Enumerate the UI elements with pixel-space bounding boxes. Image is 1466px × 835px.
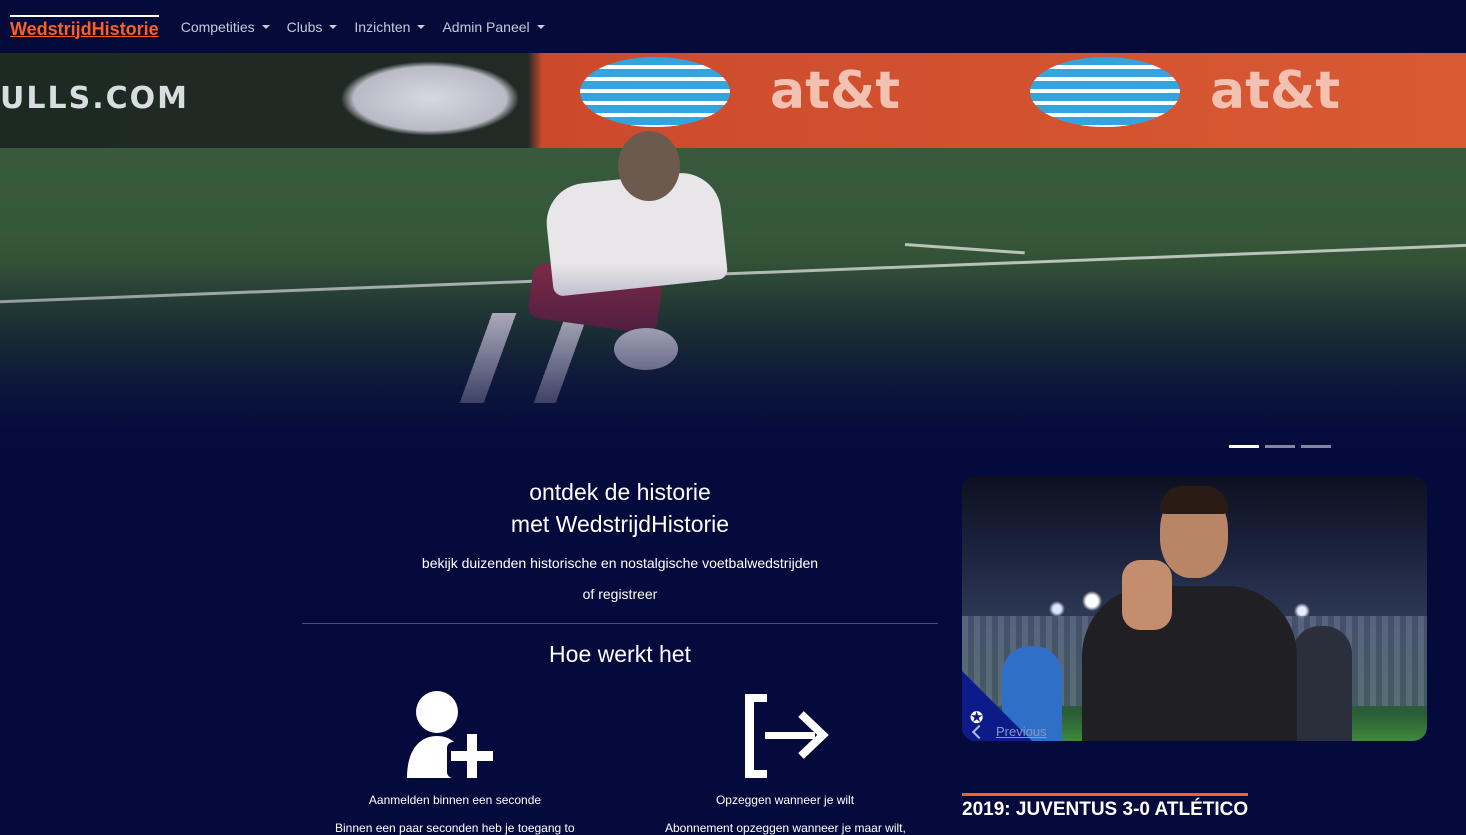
caret-down-icon	[417, 24, 426, 29]
step-signup-caption: Aanmelden binnen een seconde	[368, 793, 542, 807]
sign-out-icon	[745, 694, 829, 778]
nav-admin-dropdown[interactable]: Admin Paneel	[442, 18, 545, 35]
hero-carousel[interactable]: ULLS.COM at&t at&t	[0, 53, 1466, 460]
news-headline[interactable]: 2019: JUVENTUS 3-0 ATLÉTICO	[962, 793, 1248, 821]
hero-gradient-overlay	[0, 263, 1466, 460]
chevron-left-icon	[971, 724, 987, 739]
player-celebration-image	[1082, 486, 1332, 741]
player-hair	[1160, 486, 1228, 514]
nav-clubs-dropdown[interactable]: Clubs	[287, 19, 338, 35]
sponsor-globe-logo	[1030, 57, 1180, 127]
nav-inzichten-dropdown[interactable]: Inzichten	[354, 18, 426, 35]
step-cancel: Opzeggen wanneer je wilt Abonnement opze…	[665, 690, 905, 835]
carousel-previous-button[interactable]: Previous	[971, 724, 1047, 739]
step-signup-desc: Binnen een paar seconden heb je toegang …	[335, 821, 575, 835]
intro-title-line1: ontdek de historie	[529, 479, 711, 505]
previous-label: Previous	[996, 724, 1047, 739]
step-cancel-desc: Abonnement opzeggen wanneer je maar wilt…	[665, 821, 905, 835]
pitch-line	[904, 243, 1025, 255]
top-navbar: WedstrijdHistorie Competities Clubs Inzi…	[0, 0, 1466, 53]
carousel-indicator-2[interactable]	[1265, 445, 1295, 448]
brand-logo-link[interactable]: WedstrijdHistorie	[10, 14, 159, 39]
sponsor-text: at&t	[770, 61, 901, 121]
nav-competities-label: Competities	[180, 18, 255, 35]
step-signup: Aanmelden binnen een seconde Binnen een …	[335, 690, 575, 835]
how-it-works-title: Hoe werkt het	[549, 641, 691, 667]
caret-down-icon	[329, 24, 338, 29]
register-link[interactable]: of registreer	[583, 586, 658, 602]
nav-admin-label: Admin Paneel	[442, 18, 530, 35]
carousel-indicator-1[interactable]	[1229, 445, 1259, 448]
step-cancel-caption: Opzeggen wanneer je wilt	[715, 793, 855, 807]
carousel-indicator-3[interactable]	[1301, 445, 1331, 448]
ad-board-text: ULLS.COM	[0, 81, 189, 116]
intro-title-line2: met WedstrijdHistorie	[510, 511, 730, 537]
sponsor-text: at&t	[1210, 61, 1341, 121]
sponsor-globe-logo	[580, 57, 730, 127]
user-plus-icon	[407, 691, 497, 778]
player-jacket	[1082, 586, 1297, 741]
intro-section: ontdek de historie met WedstrijdHistorie…	[302, 476, 938, 604]
nav-inzichten-label: Inzichten	[354, 18, 411, 35]
caret-down-icon	[536, 24, 545, 29]
carousel-indicators	[1229, 445, 1331, 448]
nav-clubs-label: Clubs	[286, 18, 323, 35]
intro-subtitle: bekijk duizenden historische en nostalgi…	[421, 555, 819, 571]
player-image	[618, 131, 680, 201]
player-hand	[1122, 560, 1172, 630]
nav-competities-dropdown[interactable]: Competities	[181, 19, 270, 35]
news-image-carousel[interactable]: ✪ Previous	[962, 476, 1427, 741]
club-crest-image	[340, 61, 520, 136]
section-divider	[302, 623, 938, 624]
caret-down-icon	[261, 24, 270, 29]
